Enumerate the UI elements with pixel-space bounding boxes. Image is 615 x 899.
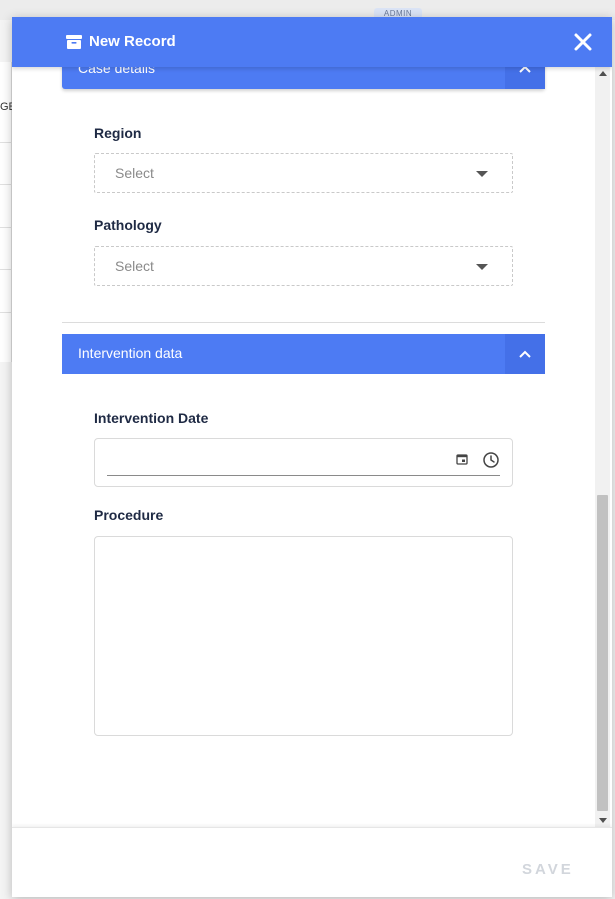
table-row-divider	[0, 184, 12, 185]
dialog-footer: SAVE	[12, 827, 612, 897]
pathology-label: Pathology	[94, 217, 162, 233]
table-row-divider	[0, 312, 12, 313]
dialog-header: New Record	[12, 17, 612, 67]
dialog-body: Case details Region Select Pathology Sel…	[12, 67, 612, 827]
scroll-up-arrow-icon[interactable]	[599, 71, 607, 76]
section-label: Intervention data	[78, 345, 183, 361]
dialog-title: New Record	[89, 33, 176, 50]
vertical-scrollbar[interactable]	[595, 67, 610, 827]
archive-box-icon	[66, 35, 82, 49]
region-label: Region	[94, 125, 142, 141]
scroll-down-arrow-icon[interactable]	[599, 818, 607, 823]
select-placeholder: Select	[115, 258, 154, 274]
section-header-case-details[interactable]: Case details	[62, 67, 545, 89]
section-header-intervention-data[interactable]: Intervention data	[62, 334, 545, 374]
table-row-divider	[0, 227, 12, 228]
close-icon[interactable]	[570, 29, 596, 55]
section-divider	[62, 322, 545, 323]
pathology-select[interactable]: Select	[94, 246, 513, 286]
scrollbar-thumb[interactable]	[597, 495, 608, 811]
caret-down-icon	[476, 171, 488, 177]
table-row-divider	[0, 142, 12, 143]
section-label: Case details	[78, 67, 156, 76]
procedure-textarea[interactable]	[94, 536, 513, 736]
calendar-icon[interactable]	[456, 453, 468, 465]
intervention-date-label: Intervention Date	[94, 410, 209, 426]
new-record-dialog: New Record Case details Region Select Pa…	[12, 17, 612, 897]
chevron-up-icon	[519, 67, 531, 73]
caret-down-icon	[476, 264, 488, 270]
clock-icon[interactable]	[482, 451, 500, 469]
intervention-date-field	[94, 438, 513, 487]
collapse-toggle[interactable]	[505, 334, 545, 374]
chevron-up-icon	[519, 350, 531, 358]
procedure-label: Procedure	[94, 507, 164, 523]
collapse-toggle[interactable]	[505, 67, 545, 89]
table-row-divider	[0, 269, 12, 270]
intervention-date-input[interactable]	[107, 447, 500, 476]
save-button[interactable]: SAVE	[522, 861, 574, 878]
region-select[interactable]: Select	[94, 153, 513, 193]
select-placeholder: Select	[115, 165, 154, 181]
